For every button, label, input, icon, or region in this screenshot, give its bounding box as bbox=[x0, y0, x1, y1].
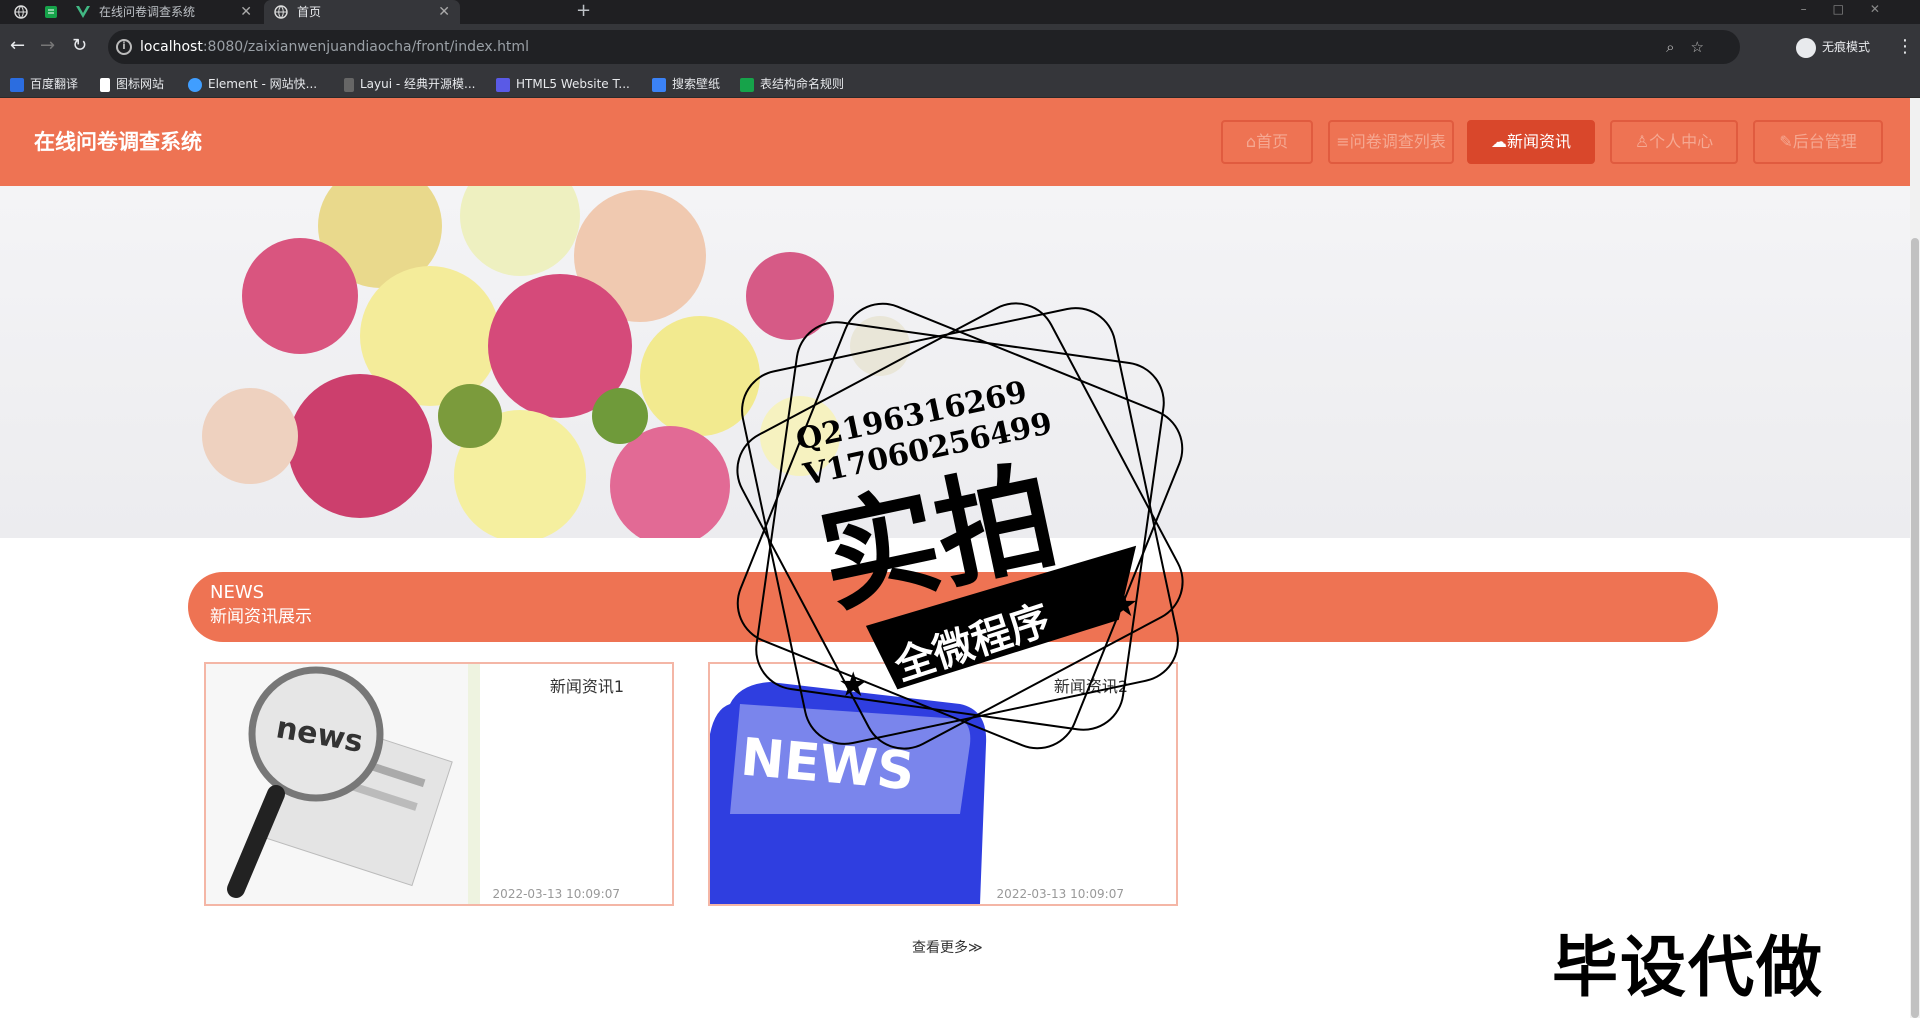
wrench-icon: ✎ bbox=[1779, 132, 1793, 151]
tab-close-icon[interactable]: ✕ bbox=[438, 0, 450, 24]
page-scrollbar[interactable] bbox=[1910, 98, 1920, 1018]
bookmark-item[interactable]: Layui - 经典开源模... bbox=[344, 70, 475, 98]
list-icon: ≡ bbox=[1336, 132, 1350, 151]
double-chevron-right-icon: ≫ bbox=[968, 940, 983, 956]
star-icon: ☆ bbox=[1690, 38, 1720, 56]
site-header: 在线问卷调查系统 ⌂首页 ≡问卷调查列表 ☁新闻资讯 ♙个人中心 ✎后台管理 bbox=[0, 98, 1910, 186]
tab-survey-system[interactable]: 在线问卷调查系统 ✕ bbox=[66, 0, 262, 24]
nav-home-button[interactable]: ⌂首页 bbox=[1221, 120, 1313, 164]
scrollbar-thumb[interactable] bbox=[1911, 238, 1919, 1018]
news-card-date: 2022-03-13 10:09:07 bbox=[492, 887, 620, 901]
reload-icon[interactable]: ↻ bbox=[72, 34, 87, 58]
web-page: 在线问卷调查系统 ⌂首页 ≡问卷调查列表 ☁新闻资讯 ♙个人中心 ✎后台管理 N… bbox=[0, 98, 1910, 1018]
browser-toolbar: ← → ↻ i localhost:8080/zaixianwenjuandia… bbox=[0, 24, 1920, 70]
news-card-date: 2022-03-13 10:09:07 bbox=[996, 887, 1124, 901]
globe-icon bbox=[14, 5, 28, 19]
browser-menu-icon[interactable]: ⋮ bbox=[1896, 34, 1914, 60]
bookmark-item[interactable]: Element - 网站快... bbox=[188, 70, 317, 98]
back-arrow-icon[interactable]: ← bbox=[10, 34, 25, 58]
news-card[interactable]: news 新闻资讯1 2022-03-13 10:09:07 bbox=[204, 662, 674, 906]
incognito-profile[interactable]: 无痕模式 bbox=[1796, 34, 1870, 60]
view-more-link[interactable]: 查看更多≫ bbox=[912, 938, 983, 958]
omnibox-icons[interactable]: ⌕☆ bbox=[1666, 30, 1720, 64]
tab-pinned-1[interactable] bbox=[4, 0, 32, 24]
nav-news-button[interactable]: ☁新闻资讯 bbox=[1467, 120, 1595, 164]
site-brand[interactable]: 在线问卷调查系统 bbox=[34, 128, 202, 156]
nav-profile-button[interactable]: ♙个人中心 bbox=[1610, 120, 1738, 164]
news-title-en: NEWS bbox=[210, 582, 265, 603]
site-info-icon[interactable]: i bbox=[116, 39, 132, 55]
home-icon: ⌂ bbox=[1245, 132, 1257, 151]
tab-strip: 在线问卷调查系统 ✕ 首页 ✕ + –□✕ bbox=[0, 0, 1920, 24]
browser-chrome: 在线问卷调查系统 ✕ 首页 ✕ + –□✕ ← → ↻ i localhost:… bbox=[0, 0, 1920, 98]
flag-icon bbox=[100, 77, 110, 92]
watermark-stamp: Q2196316269 V17060256499 实拍 全微程序 ★ ★ bbox=[736, 302, 1184, 750]
nav-survey-list-button[interactable]: ≡问卷调查列表 bbox=[1328, 120, 1454, 164]
news-card-title[interactable]: 新闻资讯1 bbox=[550, 676, 624, 698]
sheet-icon bbox=[45, 6, 57, 18]
tab-title: 首页 bbox=[297, 5, 322, 19]
zoom-icon: ⌕ bbox=[1666, 38, 1691, 56]
baidu-translate-icon bbox=[10, 77, 24, 92]
stamp-star-icon: ★ bbox=[1108, 585, 1138, 625]
tab-title: 在线问卷调查系统 bbox=[99, 5, 196, 19]
bookmark-item[interactable]: 搜索壁纸 bbox=[652, 70, 720, 98]
news-icon: ☁ bbox=[1490, 132, 1507, 151]
window-controls[interactable]: –□✕ bbox=[1801, 0, 1906, 18]
element-icon bbox=[188, 77, 202, 92]
news-title-cn: 新闻资讯展示 bbox=[210, 607, 312, 627]
bookmark-item[interactable]: 百度翻译 bbox=[10, 70, 78, 98]
address-bar[interactable]: i localhost:8080/zaixianwenjuandiaocha/f… bbox=[108, 30, 1740, 64]
nav-admin-button[interactable]: ✎后台管理 bbox=[1753, 120, 1883, 164]
sheet-icon bbox=[740, 77, 754, 92]
new-tab-button[interactable]: + bbox=[576, 0, 591, 22]
user-icon: ♙ bbox=[1634, 132, 1650, 151]
wallpaper-icon bbox=[652, 77, 666, 92]
globe-icon bbox=[274, 5, 288, 19]
url-text: localhost:8080/zaixianwenjuandiaocha/fro… bbox=[140, 39, 529, 55]
corner-watermark: 毕设代做 bbox=[1552, 929, 1824, 1006]
thumbnail-edge bbox=[468, 664, 480, 904]
bookmark-item[interactable]: 图标网站 bbox=[100, 70, 164, 98]
tab-pinned-2[interactable] bbox=[34, 0, 64, 24]
tab-home[interactable]: 首页 ✕ bbox=[264, 0, 460, 24]
stamp-star-icon: ★ bbox=[838, 665, 868, 705]
layui-icon bbox=[344, 77, 354, 92]
bookmarks-bar: 百度翻译 图标网站 Element - 网站快... Layui - 经典开源模… bbox=[0, 70, 1920, 98]
tab-close-icon[interactable]: ✕ bbox=[240, 0, 252, 24]
news-thumbnail: news bbox=[206, 664, 468, 904]
vue-icon bbox=[76, 6, 90, 18]
bookmark-item[interactable]: 表结构命名规则 bbox=[740, 70, 844, 98]
bookmark-item[interactable]: HTML5 Website T... bbox=[496, 70, 630, 98]
forward-arrow-icon[interactable]: → bbox=[40, 34, 55, 58]
incognito-icon bbox=[1796, 37, 1816, 58]
html5-icon bbox=[496, 77, 510, 92]
